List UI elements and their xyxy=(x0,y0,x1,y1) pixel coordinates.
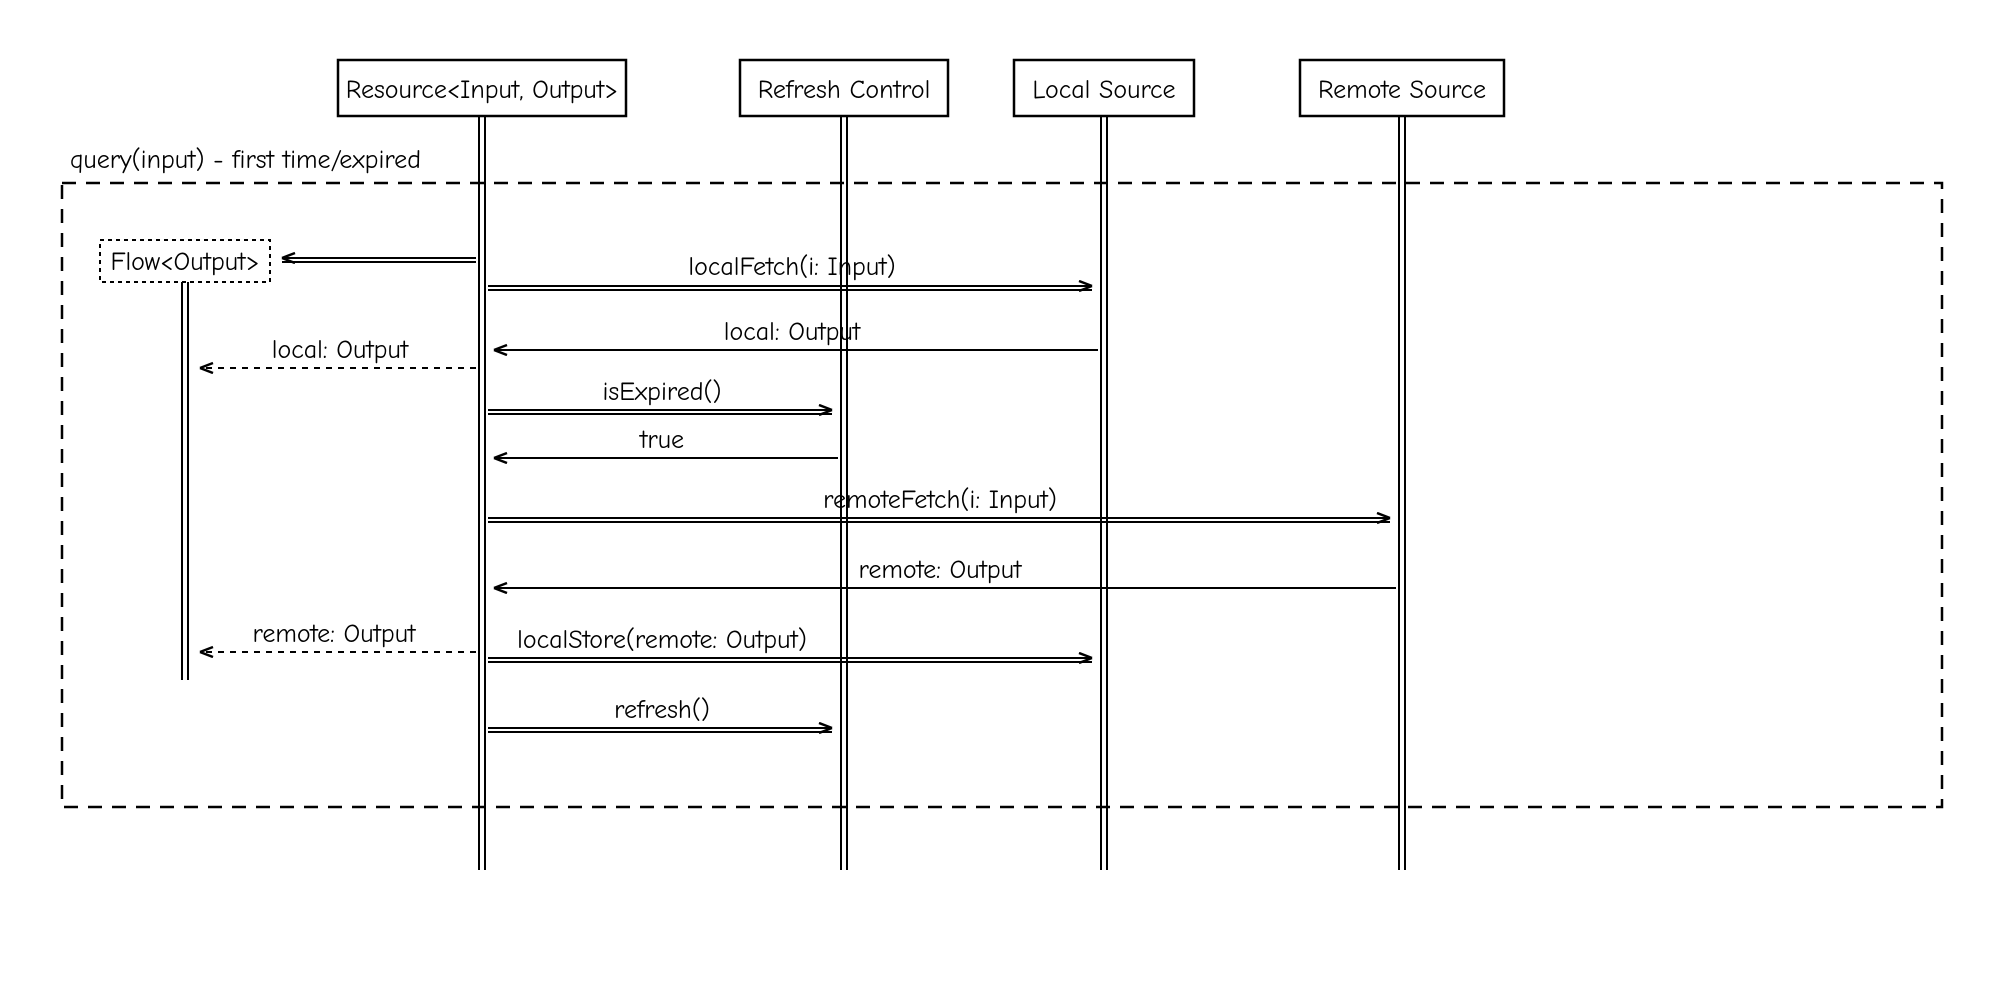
svg-text:isExpired(): isExpired() xyxy=(602,377,721,407)
svg-text:Resource<Input, Output>: Resource<Input, Output> xyxy=(346,75,618,105)
svg-text:remote: Output: remote: Output xyxy=(253,619,418,649)
participant-local: Local Source xyxy=(1014,60,1194,116)
msg-local-store: localStore(remote: Output) xyxy=(488,625,1092,662)
lifeline-resource xyxy=(479,116,485,870)
svg-text:remote: Output: remote: Output xyxy=(859,555,1024,585)
svg-text:local: Output: local: Output xyxy=(724,317,862,347)
svg-text:local: Output: local: Output xyxy=(272,335,410,365)
svg-text:refresh(): refresh() xyxy=(614,695,710,725)
svg-text:localStore(remote: Output): localStore(remote: Output) xyxy=(517,625,807,655)
msg-local-output: local: Output xyxy=(494,317,1098,350)
msg-refresh: refresh() xyxy=(488,695,832,732)
msg-local-fetch: localFetch(i: Input) xyxy=(488,252,1092,290)
lifeline-flow xyxy=(182,282,188,680)
frame-label: query(input) - first time/expired xyxy=(70,145,421,175)
lifeline-local xyxy=(1101,116,1107,870)
svg-text:Refresh Control: Refresh Control xyxy=(758,75,931,105)
msg-emit-local: local: Output xyxy=(200,335,476,368)
svg-text:Flow<Output>: Flow<Output> xyxy=(110,247,259,277)
svg-text:Local Source: Local Source xyxy=(1032,75,1175,105)
participant-refresh: Refresh Control xyxy=(740,60,948,116)
msg-true: true xyxy=(494,425,838,458)
svg-text:localFetch(i: Input): localFetch(i: Input) xyxy=(688,252,895,282)
msg-remote-output: remote: Output xyxy=(494,555,1396,588)
msg-return-flow xyxy=(282,258,476,262)
msg-remote-fetch: remoteFetch(i: Input) xyxy=(488,485,1390,522)
participant-remote: Remote Source xyxy=(1300,60,1504,116)
svg-text:Remote Source: Remote Source xyxy=(1318,75,1486,105)
svg-text:true: true xyxy=(638,425,684,455)
msg-emit-remote: remote: Output xyxy=(200,619,476,652)
msg-is-expired: isExpired() xyxy=(488,377,832,414)
lifeline-remote xyxy=(1399,116,1405,870)
participant-resource: Resource<Input, Output> xyxy=(338,60,626,116)
note-flow-output: Flow<Output> xyxy=(100,240,270,282)
svg-text:remoteFetch(i: Input): remoteFetch(i: Input) xyxy=(823,485,1057,515)
